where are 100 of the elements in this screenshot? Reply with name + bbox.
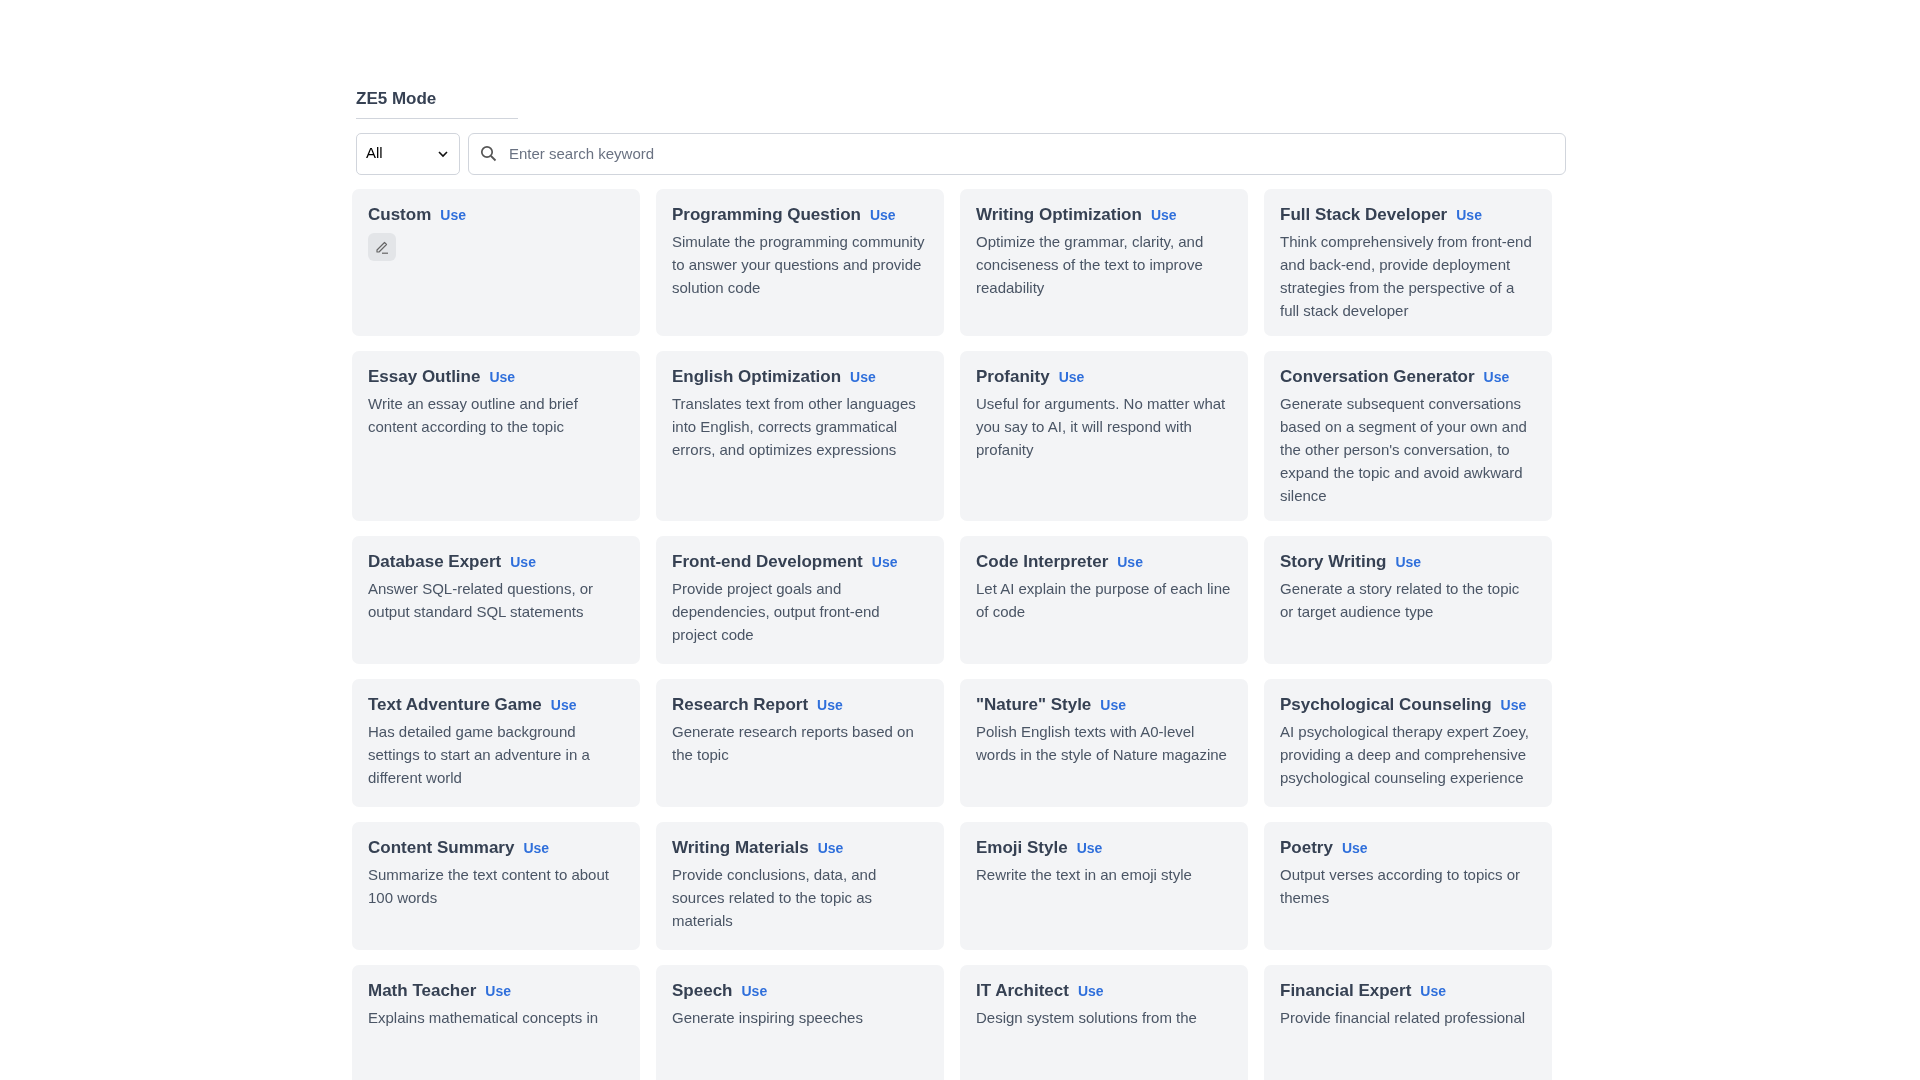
use-link[interactable]: Use	[1100, 694, 1126, 716]
use-link[interactable]: Use	[510, 551, 536, 573]
use-link[interactable]: Use	[741, 980, 768, 1002]
card-description: Provide financial related professional	[1280, 1007, 1527, 1028]
card-description: Generate subsequent conversations based on a segment of your own and the other person's conversation, to expand the topic and avoid awkward silence	[1280, 393, 1528, 506]
use-link[interactable]: Use	[1456, 204, 1482, 226]
mode-card[interactable]: "Nature" Style Use Polish English texts with A0-level words in the style of Nature magazine	[960, 678, 1248, 807]
card-description: Answer SQL-related questions, or output standard SQL statements	[368, 578, 595, 622]
card-title: Math Teacher	[368, 979, 477, 1002]
card-description: Useful for arguments. No matter what you say to AI, it will respond with profanity	[976, 393, 1227, 460]
mode-card[interactable]: Emoji Style Use Rewrite the text in an emoji style	[960, 821, 1248, 950]
use-link[interactable]: Use	[1058, 366, 1085, 388]
use-link[interactable]: Use	[871, 551, 898, 573]
use-link[interactable]: Use	[1150, 204, 1177, 226]
card-description: Design system solutions from the	[976, 1007, 1198, 1028]
card-description: Think comprehensively from front-end and back-end, provide deployment strategies from the perspective of a full stack developer	[1280, 231, 1533, 321]
card-title: Database Expert	[368, 550, 502, 573]
mode-card[interactable]: Speech Use Generate inspiring speeches	[656, 964, 944, 1080]
card-title: Programming Question	[672, 203, 861, 226]
mode-card[interactable]: Essay Outline Use Write an essay outline and brief content according to the topic	[352, 350, 640, 521]
page-title: ZE5 Mode	[356, 89, 437, 108]
card-description: Generate inspiring speeches	[672, 1007, 864, 1028]
card-title: Poetry	[1280, 836, 1333, 859]
mode-card[interactable]: Psychological Counseling Use AI psychological therapy expert Zoey, providing a deep and comprehensive psychological counseling experience	[1264, 678, 1552, 807]
card-description: Provide project goals and dependencies, output front-end project code	[672, 578, 881, 645]
card-title: Research Report	[672, 693, 809, 716]
card-description: Output verses according to topics or themes	[1280, 864, 1522, 908]
use-link[interactable]: Use	[1341, 837, 1368, 859]
use-link[interactable]: Use	[1395, 551, 1422, 573]
use-link[interactable]: Use	[1077, 980, 1104, 1002]
use-link[interactable]: Use	[523, 837, 550, 859]
mode-card[interactable]: Custom Use	[352, 188, 640, 336]
mode-card[interactable]: Programming Question Use Simulate the programming community to answer your questions and provide solution code	[656, 188, 944, 336]
card-title: English Optimization	[672, 365, 842, 388]
use-link[interactable]: Use	[1420, 980, 1446, 1002]
card-title: Writing Materials	[672, 836, 809, 859]
use-link[interactable]: Use	[489, 366, 516, 388]
card-title: Front-end Development	[672, 550, 863, 573]
card-description: Has detailed game background settings to start an adventure in a different world	[368, 721, 591, 788]
card-description: AI psychological therapy expert Zoey, providing a deep and comprehensive psychological counseling experience	[1280, 721, 1531, 788]
mode-card[interactable]: Code Interpreter Use Let AI explain the purpose of each line of code	[960, 535, 1248, 664]
use-link[interactable]: Use	[1117, 551, 1143, 573]
use-link[interactable]: Use	[550, 694, 577, 716]
mode-card[interactable]: Financial Expert Use Provide financial related professional	[1264, 964, 1552, 1080]
use-link[interactable]: Use	[1500, 694, 1527, 716]
card-title: Custom	[368, 203, 432, 226]
mode-card[interactable]: Profanity Use Useful for arguments. No matter what you say to AI, it will respond with profanity	[960, 350, 1248, 521]
mode-card[interactable]: Research Report Use Generate research reports based on the topic	[656, 678, 944, 807]
search-icon	[480, 144, 497, 162]
use-link[interactable]: Use	[850, 366, 876, 388]
card-title: Conversation Generator	[1280, 365, 1475, 388]
use-link[interactable]: Use	[817, 837, 844, 859]
mode-card[interactable]: Poetry Use Output verses according to topics or themes	[1264, 821, 1552, 950]
mode-card[interactable]: Content Summary Use Summarize the text content to about 100 words	[352, 821, 640, 950]
card-description: Optimize the grammar, clarity, and conciseness of the text to improve readability	[976, 231, 1205, 298]
card-title: Text Adventure Game	[368, 693, 542, 716]
mode-card[interactable]: Writing Optimization Use Optimize the grammar, clarity, and conciseness of the text to improve readability	[960, 188, 1248, 336]
card-description: Generate a story related to the topic or target audience type	[1280, 578, 1521, 622]
card-title: IT Architect	[976, 979, 1069, 1002]
use-link[interactable]: Use	[485, 980, 511, 1002]
card-description: Explains mathematical concepts in	[368, 1007, 600, 1028]
use-link[interactable]: Use	[869, 204, 896, 226]
mode-card[interactable]: Story Writing Use Generate a story related to the topic or target audience type	[1264, 535, 1552, 664]
card-title: Essay Outline	[368, 365, 481, 388]
mode-card[interactable]: IT Architect Use Design system solutions from the	[960, 964, 1248, 1080]
card-description: Polish English texts with A0-level words in the style of Nature magazine	[976, 721, 1228, 765]
card-title: Writing Optimization	[976, 203, 1142, 226]
card-title: Profanity	[976, 365, 1050, 388]
mode-card[interactable]: Database Expert Use Answer SQL-related questions, or output standard SQL statements	[352, 535, 640, 664]
use-link[interactable]: Use	[1076, 837, 1103, 859]
card-title: Full Stack Developer	[1280, 203, 1448, 226]
mode-card[interactable]: Conversation Generator Use Generate subsequent conversations based on a segment of your own and the other person's conversation, to expand the topic and avoid awkward silence	[1264, 350, 1552, 521]
card-description: Rewrite the text in an emoji style	[976, 864, 1193, 885]
card-description: Simulate the programming community to answer your questions and provide solution code	[672, 231, 926, 298]
card-description: Summarize the text content to about 100 words	[368, 864, 610, 908]
mode-card[interactable]: Front-end Development Use Provide project goals and dependencies, output front-end project code	[656, 535, 944, 664]
card-title: Emoji Style	[976, 836, 1068, 859]
card-title: "Nature" Style	[976, 693, 1092, 716]
mode-card[interactable]: Text Adventure Game Use Has detailed game background settings to start an adventure in a different world	[352, 678, 640, 807]
card-description: Provide conclusions, data, and sources related to the topic as materials	[672, 864, 878, 931]
mode-card[interactable]: Math Teacher Use Explains mathematical concepts in	[352, 964, 640, 1080]
card-description: Translates text from other languages into English, corrects grammatical errors, and optimizes expressions	[672, 393, 917, 460]
card-description: Let AI explain the purpose of each line of code	[976, 578, 1232, 622]
card-title: Psychological Counseling	[1280, 693, 1492, 716]
mode-card[interactable]: Writing Materials Use Provide conclusions, data, and sources related to the topic as materials	[656, 821, 944, 950]
card-description: Generate research reports based on the topic	[672, 721, 915, 765]
card-description: Write an essay outline and brief content according to the topic	[368, 393, 579, 437]
card-title: Content Summary	[368, 836, 515, 859]
use-link[interactable]: Use	[1483, 366, 1510, 388]
card-title: Speech	[672, 979, 733, 1002]
card-title: Financial Expert	[1280, 979, 1412, 1002]
mode-card[interactable]: Full Stack Developer Use Think comprehensively from front-end and back-end, provide deployment strategies from the perspective of a full stack developer	[1264, 188, 1552, 336]
card-title: Code Interpreter	[976, 550, 1109, 573]
search-field[interactable]: Enter search keyword	[468, 132, 1566, 175]
edit-icon[interactable]	[368, 232, 396, 261]
category-dropdown[interactable]: All	[356, 132, 460, 175]
mode-card[interactable]: English Optimization Use Translates text from other languages into English, corrects grammatical errors, and optimizes expressions	[656, 350, 944, 521]
use-link[interactable]: Use	[440, 204, 466, 226]
card-title: Story Writing	[1280, 550, 1387, 573]
use-link[interactable]: Use	[817, 694, 843, 716]
